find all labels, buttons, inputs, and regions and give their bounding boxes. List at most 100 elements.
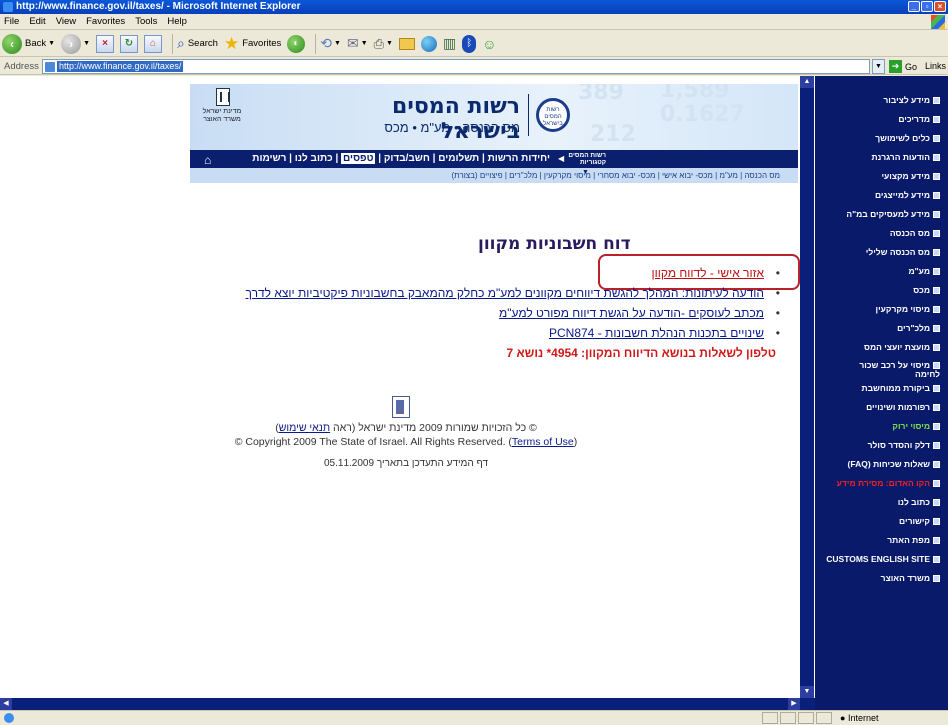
sidebar-item-label: מכס — [913, 285, 930, 295]
sidebar-item[interactable]: הודעות הרגרנת — [815, 152, 948, 171]
sidebar-item[interactable]: מע"מ — [815, 266, 948, 285]
sidebar-item[interactable]: מידע למעסיקים במ"ה — [815, 209, 948, 228]
refresh-button[interactable]: ↻ — [120, 33, 138, 55]
close-button[interactable]: × — [934, 1, 946, 12]
globe-button[interactable] — [420, 33, 437, 55]
ie-icon — [3, 2, 13, 12]
menu-view[interactable]: View — [56, 16, 76, 27]
maximize-button[interactable]: ▫ — [921, 1, 933, 12]
square-bullet-icon — [933, 442, 940, 450]
messenger-button[interactable]: ☺ — [482, 33, 496, 55]
media-button[interactable]: ◐ — [287, 33, 306, 55]
history-button[interactable]: ⟲ ▼ — [320, 33, 341, 55]
address-dropdown-button[interactable]: ▼ — [872, 59, 885, 74]
square-bullet-icon — [933, 135, 940, 143]
stop-button[interactable]: × — [96, 33, 114, 55]
sidebar-item-label: רפורמות ושינויים — [866, 402, 930, 412]
sidebar-item[interactable]: מלכ"רים — [815, 323, 948, 342]
address-bar: Address http://www.finance.gov.il/taxes/… — [0, 58, 948, 75]
address-input[interactable]: http://www.finance.gov.il/taxes/ — [42, 59, 870, 74]
window-titlebar: http://www.finance.gov.il/taxes/ - Micro… — [0, 0, 948, 14]
nav-calculate[interactable]: חשב/בדוק — [384, 153, 430, 164]
subnav-compensation[interactable]: פיצויים (בצורת) — [451, 171, 502, 180]
nav-contact[interactable]: כתוב לנו — [295, 153, 333, 164]
ie-status-icon — [4, 713, 14, 723]
scroll-down-arrow[interactable]: ▼ — [800, 686, 814, 698]
horizontal-scrollbar[interactable]: ◀ ▶ — [0, 698, 815, 710]
scroll-right-arrow[interactable]: ▶ — [788, 698, 800, 710]
menu-help[interactable]: Help — [167, 16, 187, 27]
sidebar-item[interactable]: CUSTOMS ENGLISH SITE — [815, 554, 948, 573]
sidebar-item-label: דלק והסדר סולר — [867, 440, 930, 450]
search-button[interactable]: ⌕ Search — [177, 33, 218, 55]
home-button[interactable]: ⌂ — [144, 33, 162, 55]
subnav-income-tax[interactable]: מס הכנסה — [744, 171, 780, 180]
link-pcn874-changes[interactable]: שינויים בתכנות הנהלת חשבונות - PCN874 — [549, 326, 764, 340]
subnav-customs-commercial[interactable]: מכס- יבוא מסחרי — [597, 171, 655, 180]
favorites-button[interactable]: ★ Favorites — [224, 33, 281, 55]
sidebar-item[interactable]: מידע למייצגים — [815, 190, 948, 209]
forward-arrow-icon: › — [61, 33, 82, 54]
sidebar-item[interactable]: רפורמות ושינויים — [815, 402, 948, 421]
sidebar-item[interactable]: מועצת יועצי המס — [815, 342, 948, 361]
home-icon[interactable]: ⌂ — [204, 151, 211, 169]
links-toolbar[interactable]: Links — [925, 61, 946, 71]
subnav-customs-personal[interactable]: מכס- יבוא אישי — [662, 171, 713, 180]
square-bullet-icon — [933, 404, 940, 412]
sidebar-item[interactable]: מיסוי על רכב שכור לחימה — [815, 361, 948, 383]
minimize-button[interactable]: _ — [908, 1, 920, 12]
sidebar-item[interactable]: כלים לשימושך — [815, 133, 948, 152]
menu-edit[interactable]: Edit — [29, 16, 45, 27]
list-item: • מכתב לעוסקים -הודעה על הגשת דיווח מפור… — [498, 306, 780, 320]
mail-button[interactable]: ✉ ▼ — [347, 33, 368, 55]
sidebar-item[interactable]: מיסוי ירוק — [815, 421, 948, 440]
nav-forms[interactable]: טפסים — [341, 153, 376, 164]
menu-tools[interactable]: Tools — [135, 16, 157, 27]
scroll-up-arrow[interactable]: ▲ — [800, 76, 814, 88]
vertical-scrollbar[interactable]: ▲ ▼ — [800, 76, 814, 710]
sidebar-item[interactable]: שאלות שכיחות (FAQ) — [815, 459, 948, 478]
sidebar-item[interactable]: מידע לציבור — [815, 95, 948, 114]
sidebar-item[interactable]: מכס — [815, 285, 948, 304]
bluetooth-button[interactable]: ᛒ — [462, 33, 477, 55]
sidebar-item[interactable]: מס הכנסה שלילי — [815, 247, 948, 266]
forward-button[interactable]: › ▼ — [61, 33, 90, 55]
link-letter-to-dealers[interactable]: מכתב לעוסקים -הודעה על הגשת דיווח מפורט … — [499, 306, 764, 320]
sidebar-item[interactable]: כתוב לנו — [815, 497, 948, 516]
tax-authority-logo[interactable]: רשות המסים בישראל — [536, 98, 570, 132]
subnav-vat[interactable]: מע"מ — [719, 171, 737, 180]
star-icon: ★ — [223, 33, 240, 53]
back-button[interactable]: ‹ Back ▼ — [2, 33, 55, 55]
scroll-left-arrow[interactable]: ◀ — [0, 698, 12, 710]
sidebar-item[interactable]: מפת האתר — [815, 535, 948, 554]
menu-favorites[interactable]: Favorites — [86, 16, 125, 27]
terms-link-he[interactable]: תנאי שימוש — [279, 422, 330, 434]
nav-payments[interactable]: תשלומים — [438, 153, 479, 164]
sidebar-item[interactable]: מס הכנסה — [815, 228, 948, 247]
terms-link-en[interactable]: Terms of Use — [512, 436, 574, 448]
folder-button[interactable] — [398, 33, 415, 55]
sidebar-item[interactable]: מידע מקצועי — [815, 171, 948, 190]
print-button[interactable]: ⎙ ▼ — [374, 33, 393, 55]
link-personal-area[interactable]: אזור אישי - לדווח מקוון — [652, 266, 765, 280]
sidebar-item-label-line2: לחימה — [915, 369, 940, 379]
subnav-nonprofit[interactable]: מלכ"רים — [509, 171, 537, 180]
sidebar-item[interactable]: ביקורת ממוחשבת — [815, 383, 948, 402]
menu-file[interactable]: File — [4, 16, 19, 27]
subnav-real-estate[interactable]: מיסוי מקרקעין — [544, 171, 591, 180]
nav-units[interactable]: יחידות הרשות — [488, 153, 550, 164]
emblem-caption: מדינת ישראל משרד האוצר — [202, 108, 242, 123]
home-icon: ⌂ — [144, 34, 162, 53]
sidebar-item[interactable]: מיסוי מקרקעין — [815, 304, 948, 323]
sidebar-item-label: מפת האתר — [887, 535, 930, 545]
sidebar-item[interactable]: קישורים — [815, 516, 948, 535]
sidebar-item[interactable]: מדריכים — [815, 114, 948, 133]
sidebar-item[interactable]: משרד האוצר — [815, 573, 948, 592]
link-press-release[interactable]: הודעה לעיתונות: המהלך להגשת דיווחים מקוו… — [246, 286, 764, 300]
status-bar: ● Internet — [0, 710, 948, 725]
sidebar-item[interactable]: דלק והסדר סולר — [815, 440, 948, 459]
sidebar-item[interactable]: הקו האדום: מסירת מידע — [815, 478, 948, 497]
go-button[interactable]: ➔ Go — [889, 59, 917, 74]
research-button[interactable]: ▥ — [443, 33, 456, 55]
nav-shortcut[interactable]: רשות המסים קטגוריות — [566, 152, 606, 166]
